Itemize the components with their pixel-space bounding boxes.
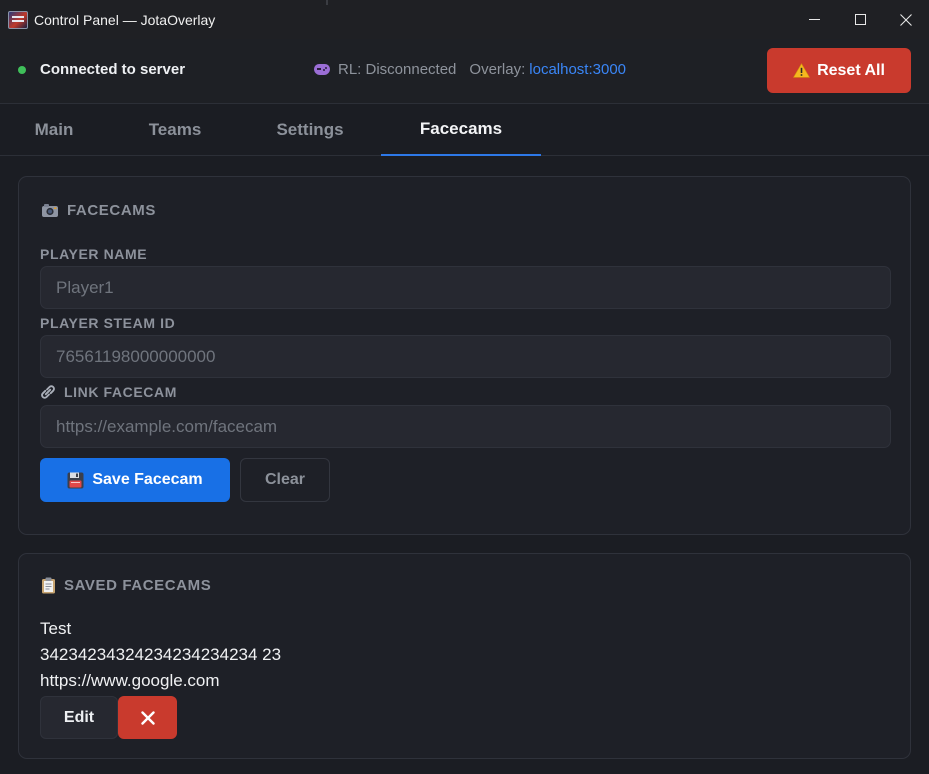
link-facecam-input[interactable] <box>40 405 891 448</box>
link-facecam-label: Link Facecam <box>64 384 177 400</box>
saved-facecams-panel-title: Saved Facecams <box>41 577 211 594</box>
tab-settings[interactable]: Settings <box>248 104 372 156</box>
title-bar: Control Panel — JotaOverlay <box>0 0 929 39</box>
floppy-disk-icon <box>67 472 84 488</box>
camera-icon <box>42 204 58 217</box>
reset-all-button[interactable]: Reset All <box>767 48 911 93</box>
maximize-icon <box>854 14 866 25</box>
overlay-url-link[interactable]: localhost:3000 <box>529 61 626 78</box>
link-facecam-label-row: Link Facecam <box>40 384 177 400</box>
tab-facecams[interactable]: Facecams <box>381 104 541 156</box>
close-icon <box>900 13 912 26</box>
rl-status-group: RL: Disconnected Overlay: localhost:3000 <box>314 61 626 78</box>
clipboard-icon <box>42 577 55 594</box>
tab-main[interactable]: Main <box>14 104 94 156</box>
facecams-title-text: Facecams <box>67 202 156 219</box>
maximize-button[interactable] <box>837 0 883 39</box>
window-title: Control Panel — JotaOverlay <box>34 11 216 28</box>
gamepad-icon <box>314 64 330 75</box>
rl-status: RL: Disconnected <box>338 61 457 78</box>
entry-steam-id: 34234234324234234234234 23 <box>40 645 282 664</box>
edit-button[interactable]: Edit <box>40 696 118 739</box>
minimize-button[interactable] <box>791 0 837 39</box>
app-logo-icon <box>8 10 28 29</box>
player-name-label: Player Name <box>40 246 148 262</box>
warning-icon <box>793 63 810 78</box>
save-facecam-button[interactable]: Save Facecam <box>40 458 230 502</box>
connection-status: Connected to server <box>40 61 186 78</box>
tab-bar: Main Teams Settings Facecams <box>0 104 929 156</box>
saved-facecams-title-text: Saved Facecams <box>64 577 212 594</box>
tab-teams[interactable]: Teams <box>125 104 225 156</box>
status-dot-icon <box>18 66 26 74</box>
player-name-input[interactable] <box>40 266 891 309</box>
facecams-panel: Facecams Player Name Player Steam ID Lin… <box>18 176 911 535</box>
delete-button[interactable] <box>118 696 177 739</box>
status-bar: Connected to server RL: Disconnected Ove… <box>0 39 929 104</box>
saved-facecams-panel: Saved Facecams Test 34234234324234234234… <box>18 553 911 759</box>
minimize-icon <box>808 19 820 20</box>
window-controls <box>791 0 929 39</box>
steam-id-label: Player Steam ID <box>40 315 176 331</box>
overlay-label: Overlay: <box>469 61 526 78</box>
reset-all-label: Reset All <box>817 61 885 79</box>
entry-link: https://www.google.com <box>40 671 220 690</box>
facecams-panel-title: Facecams <box>41 202 156 219</box>
close-window-button[interactable] <box>883 0 929 39</box>
close-x-icon <box>140 710 155 725</box>
entry-player-name: Test <box>40 619 72 638</box>
steam-id-input[interactable] <box>40 335 891 378</box>
link-icon <box>41 385 55 399</box>
title-bar-divider <box>326 0 328 5</box>
save-facecam-label: Save Facecam <box>92 471 203 488</box>
clear-button[interactable]: Clear <box>240 458 330 502</box>
